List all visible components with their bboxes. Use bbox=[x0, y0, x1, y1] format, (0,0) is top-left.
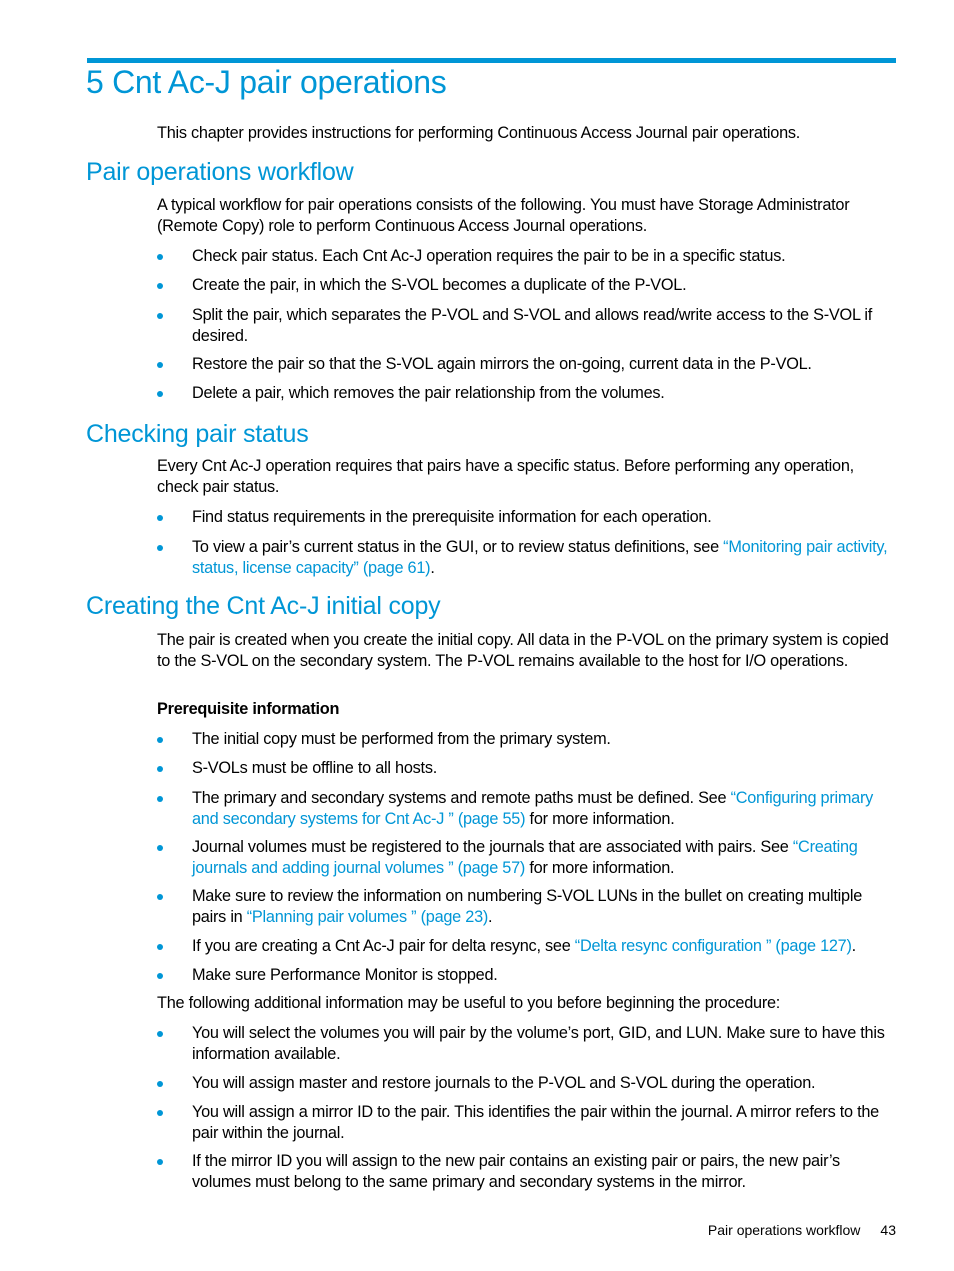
list-item: You will select the volumes you will pai… bbox=[157, 1023, 899, 1065]
list-item: The primary and secondary systems and re… bbox=[157, 788, 899, 830]
link-planning-pair-volumes[interactable]: “Planning pair volumes ” (page 23) bbox=[247, 908, 489, 926]
bullet-icon bbox=[157, 1031, 163, 1037]
chapter-title: 5 Cnt Ac-J pair operations bbox=[86, 64, 447, 100]
list-item: Make sure Performance Monitor is stopped… bbox=[157, 965, 899, 986]
bullet-icon bbox=[157, 391, 163, 397]
bullet-icon bbox=[157, 1159, 163, 1165]
list-item: Make sure to review the information on n… bbox=[157, 886, 899, 928]
additional-intro: The following additional information may… bbox=[157, 994, 781, 1012]
bullet-icon bbox=[157, 894, 163, 900]
bullet-icon bbox=[157, 254, 163, 260]
list-item: Split the pair, which separates the P-VO… bbox=[157, 305, 899, 347]
bullet-icon bbox=[157, 845, 163, 851]
bullet-icon bbox=[157, 973, 163, 979]
list-item: Delete a pair, which removes the pair re… bbox=[157, 383, 899, 404]
list-item: If you are creating a Cnt Ac-J pair for … bbox=[157, 936, 899, 957]
creating-intro: The pair is created when you create the … bbox=[157, 631, 889, 670]
bullet-icon bbox=[157, 1110, 163, 1116]
page-number: 43 bbox=[880, 1222, 896, 1238]
chapter-intro: This chapter provides instructions for p… bbox=[157, 124, 801, 142]
workflow-intro: A typical workflow for pair operations c… bbox=[157, 196, 850, 235]
bullet-icon bbox=[157, 515, 163, 521]
bullet-icon bbox=[157, 313, 163, 319]
list-item: Journal volumes must be registered to th… bbox=[157, 837, 899, 879]
chapter-rule bbox=[87, 58, 896, 63]
bullet-icon bbox=[157, 362, 163, 368]
checking-intro: Every Cnt Ac-J operation requires that p… bbox=[157, 457, 854, 496]
bullet-icon bbox=[157, 283, 163, 289]
list-item: The initial copy must be performed from … bbox=[157, 729, 899, 750]
heading-checking-pair-status: Checking pair status bbox=[86, 420, 309, 448]
list-item: Find status requirements in the prerequi… bbox=[157, 507, 899, 528]
list-item: If the mirror ID you will assign to the … bbox=[157, 1151, 899, 1193]
prerequisite-label: Prerequisite information bbox=[157, 700, 340, 718]
list-item: You will assign master and restore journ… bbox=[157, 1073, 899, 1094]
bullet-icon bbox=[157, 766, 163, 772]
bullet-icon bbox=[157, 737, 163, 743]
bullet-icon bbox=[157, 944, 163, 950]
bullet-icon bbox=[157, 545, 163, 551]
list-item: Restore the pair so that the S-VOL again… bbox=[157, 354, 899, 375]
list-item: Create the pair, in which the S-VOL beco… bbox=[157, 275, 899, 296]
link-delta-resync[interactable]: “Delta resync configuration ” (page 127) bbox=[575, 937, 852, 955]
list-item: To view a pair’s current status in the G… bbox=[157, 537, 899, 579]
list-item: Check pair status. Each Cnt Ac-J operati… bbox=[157, 246, 899, 267]
heading-pair-operations-workflow: Pair operations workflow bbox=[86, 158, 354, 186]
footer-section-title: Pair operations workflow bbox=[707, 1222, 861, 1238]
page-footer: Pair operations workflow 43 bbox=[708, 1222, 896, 1238]
list-item: You will assign a mirror ID to the pair.… bbox=[157, 1102, 899, 1144]
bullet-icon bbox=[157, 1081, 163, 1087]
heading-creating-initial-copy: Creating the Cnt Ac-J initial copy bbox=[86, 592, 441, 620]
bullet-icon bbox=[157, 796, 163, 802]
list-item: S-VOLs must be offline to all hosts. bbox=[157, 758, 899, 779]
